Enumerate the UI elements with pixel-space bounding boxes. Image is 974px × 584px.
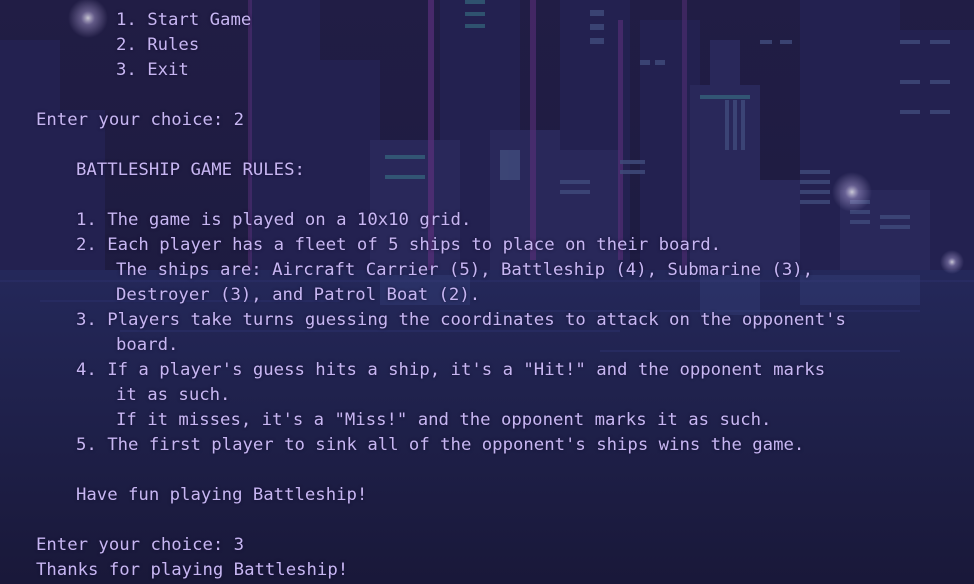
- rule-4: 4. If a player's guess hits a ship, it's…: [76, 360, 826, 380]
- rule-3-cont: board.: [116, 335, 179, 355]
- choice-prompt: Enter your choice: 3: [36, 535, 245, 555]
- menu-option-exit: 3. Exit: [116, 60, 189, 80]
- rule-5: 5. The first player to sink all of the o…: [76, 435, 805, 455]
- rule-2: 2. Each player has a fleet of 5 ships to…: [76, 235, 722, 255]
- menu-option-start-game: 1. Start Game: [116, 10, 252, 30]
- rule-4-cont: it as such.: [116, 385, 231, 405]
- rules-closing: Have fun playing Battleship!: [76, 485, 368, 505]
- rule-2-ships-cont: Destroyer (3), and Patrol Boat (2).: [116, 285, 481, 305]
- choice-prompt: Enter your choice: 2: [36, 110, 245, 130]
- rules-heading: BATTLESHIP GAME RULES:: [76, 160, 305, 180]
- rule-3: 3. Players take turns guessing the coord…: [76, 310, 846, 330]
- menu-option-rules: 2. Rules: [116, 35, 200, 55]
- rule-2-ships: The ships are: Aircraft Carrier (5), Bat…: [116, 260, 814, 280]
- rule-4-miss: If it misses, it's a "Miss!" and the opp…: [116, 410, 772, 430]
- rule-1: 1. The game is played on a 10x10 grid.: [76, 210, 472, 230]
- terminal-output: 1. Start Game 2. Rules 3. Exit Enter you…: [0, 0, 974, 584]
- goodbye-message: Thanks for playing Battleship!: [36, 560, 349, 580]
